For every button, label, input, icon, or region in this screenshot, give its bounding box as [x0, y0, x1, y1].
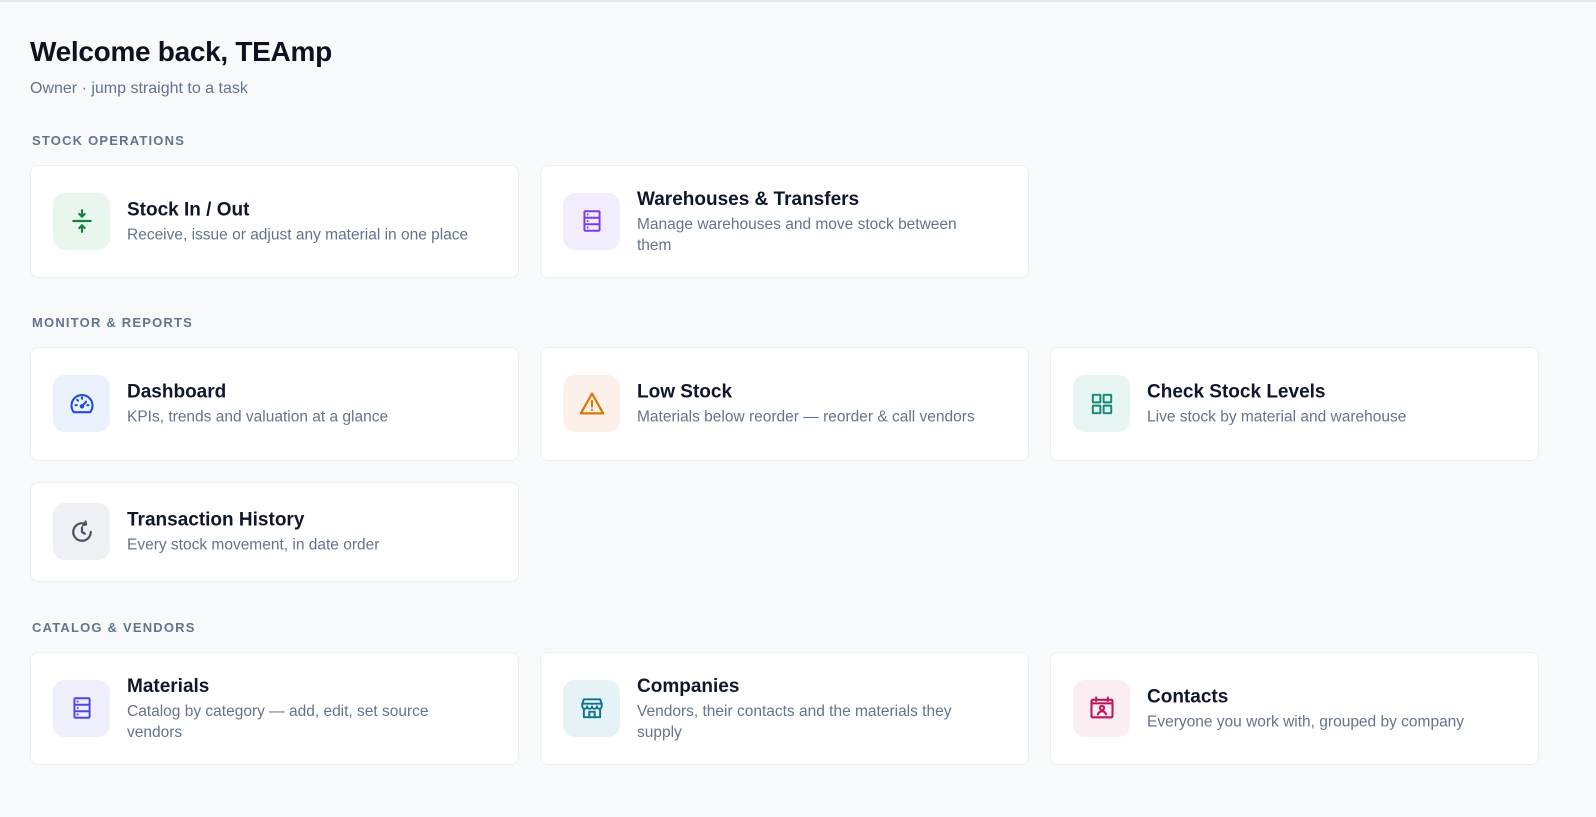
- card-description: Vendors, their contacts and the material…: [637, 702, 952, 741]
- card-title: Check Stock Levels: [1147, 381, 1326, 403]
- card-description: Everyone you work with, grouped by compa…: [1147, 713, 1465, 730]
- page-subtitle: Owner · jump straight to a task: [30, 80, 248, 97]
- warning-icon: [563, 375, 620, 432]
- card-description: Every stock movement, in date order: [127, 536, 380, 554]
- materials-icon: [53, 679, 110, 737]
- card-description: Manage warehouses and move stock between…: [637, 215, 957, 254]
- card-title: Dashboard: [127, 381, 227, 403]
- card-low-stock[interactable]: Low Stock Materials below reorder — reor…: [540, 347, 1029, 461]
- card-companies[interactable]: Companies Vendors, their contacts and th…: [540, 652, 1029, 765]
- contact-card-icon: [1073, 679, 1130, 737]
- history-icon: [53, 503, 110, 560]
- card-title: Materials: [127, 675, 210, 697]
- card-description: Materials below reorder — reorder & call…: [637, 408, 975, 426]
- card-stock-in-out[interactable]: Stock In / Out Receive, issue or adjust …: [30, 165, 519, 278]
- store-icon: [563, 679, 620, 737]
- card-contacts[interactable]: Contacts Everyone you work with, grouped…: [1050, 652, 1539, 765]
- card-description: Catalog by category — add, edit, set sou…: [127, 702, 429, 741]
- card-description: KPIs, trends and valuation at a glance: [127, 408, 389, 426]
- section-label-monitor-reports: MONITOR & REPORTS: [32, 315, 194, 330]
- page-title: Welcome back, TEAmp: [30, 36, 332, 67]
- top-border: [0, 0, 1596, 2]
- card-title: Warehouses & Transfers: [637, 188, 860, 210]
- gauge-icon: [53, 375, 110, 432]
- card-description: Receive, issue or adjust any material in…: [127, 226, 469, 243]
- card-materials[interactable]: Materials Catalog by category — add, edi…: [30, 652, 519, 765]
- warehouse-icon: [563, 192, 620, 250]
- section-label-catalog-vendors: CATALOG & VENDORS: [32, 620, 196, 635]
- grid-icon: [1073, 375, 1130, 432]
- card-dashboard[interactable]: Dashboard KPIs, trends and valuation at …: [30, 347, 519, 461]
- card-title: Low Stock: [637, 381, 733, 403]
- card-title: Companies: [637, 675, 740, 697]
- card-warehouses-transfers[interactable]: Warehouses & Transfers Manage warehouses…: [540, 165, 1029, 278]
- card-check-stock-levels[interactable]: Check Stock Levels Live stock by materia…: [1050, 347, 1539, 461]
- card-title: Stock In / Out: [127, 199, 250, 220]
- card-description: Live stock by material and warehouse: [1147, 408, 1407, 426]
- stock-in-out-icon: [53, 192, 110, 250]
- card-title: Transaction History: [127, 509, 305, 531]
- card-transaction-history[interactable]: Transaction History Every stock movement…: [30, 482, 519, 582]
- card-title: Contacts: [1147, 686, 1229, 707]
- section-label-stock-operations: STOCK OPERATIONS: [32, 133, 186, 148]
